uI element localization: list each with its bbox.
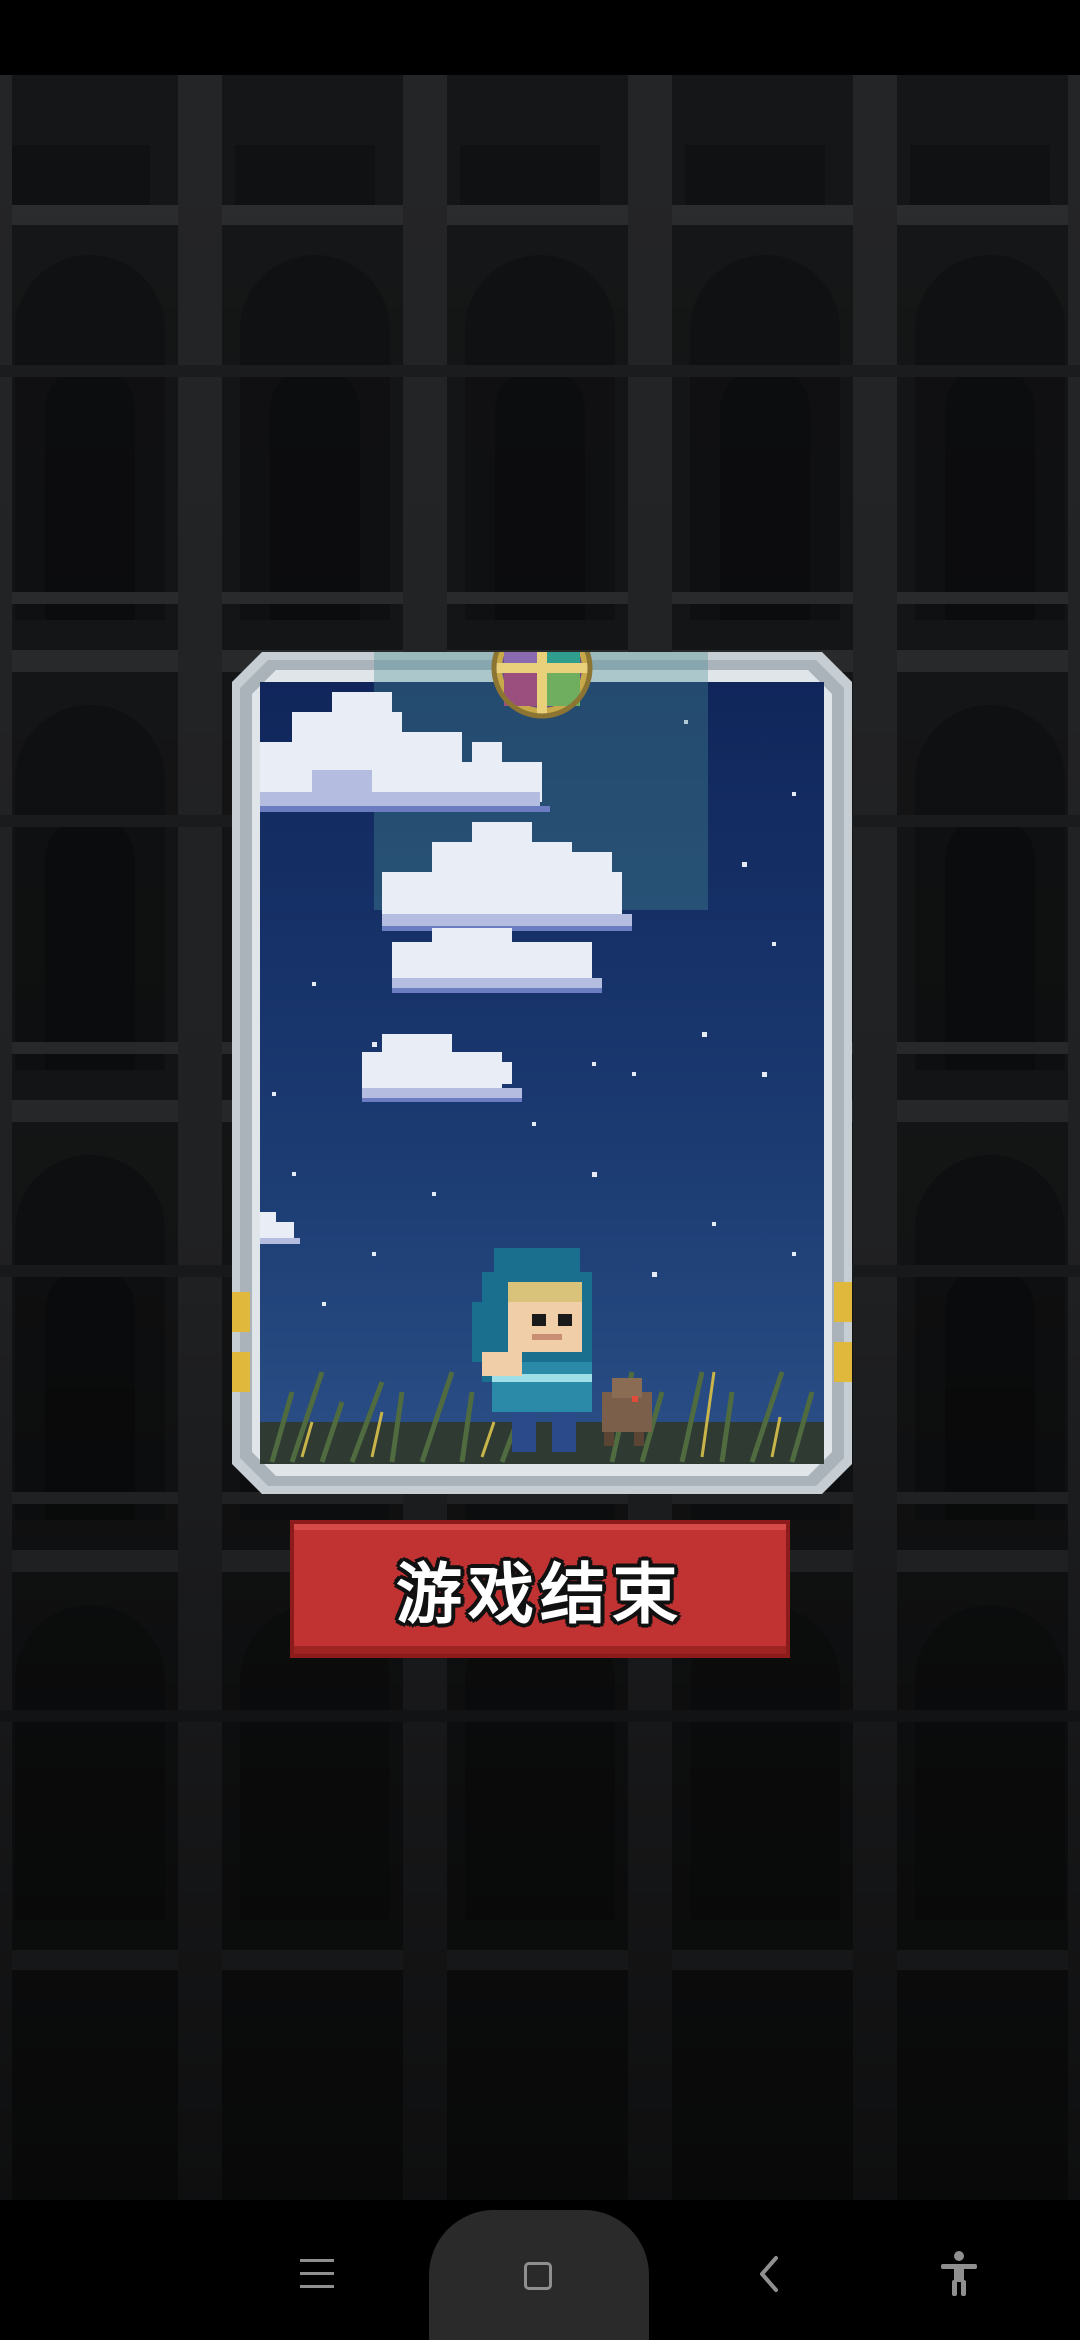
card-scene	[232, 652, 852, 1494]
home-button[interactable]	[429, 2210, 649, 2340]
back-icon[interactable]	[752, 2254, 788, 2294]
game-over-label: 游戏结束	[396, 1556, 684, 1633]
menu-icon[interactable]	[300, 2259, 334, 2289]
game-over-screen: 游戏结束	[0, 0, 1080, 2340]
system-nav-bar	[0, 2200, 1080, 2340]
character-card	[232, 652, 852, 1494]
accessibility-icon[interactable]	[937, 2250, 981, 2298]
game-over-button[interactable]: 游戏结束	[290, 1520, 790, 1658]
home-icon	[524, 2262, 552, 2290]
